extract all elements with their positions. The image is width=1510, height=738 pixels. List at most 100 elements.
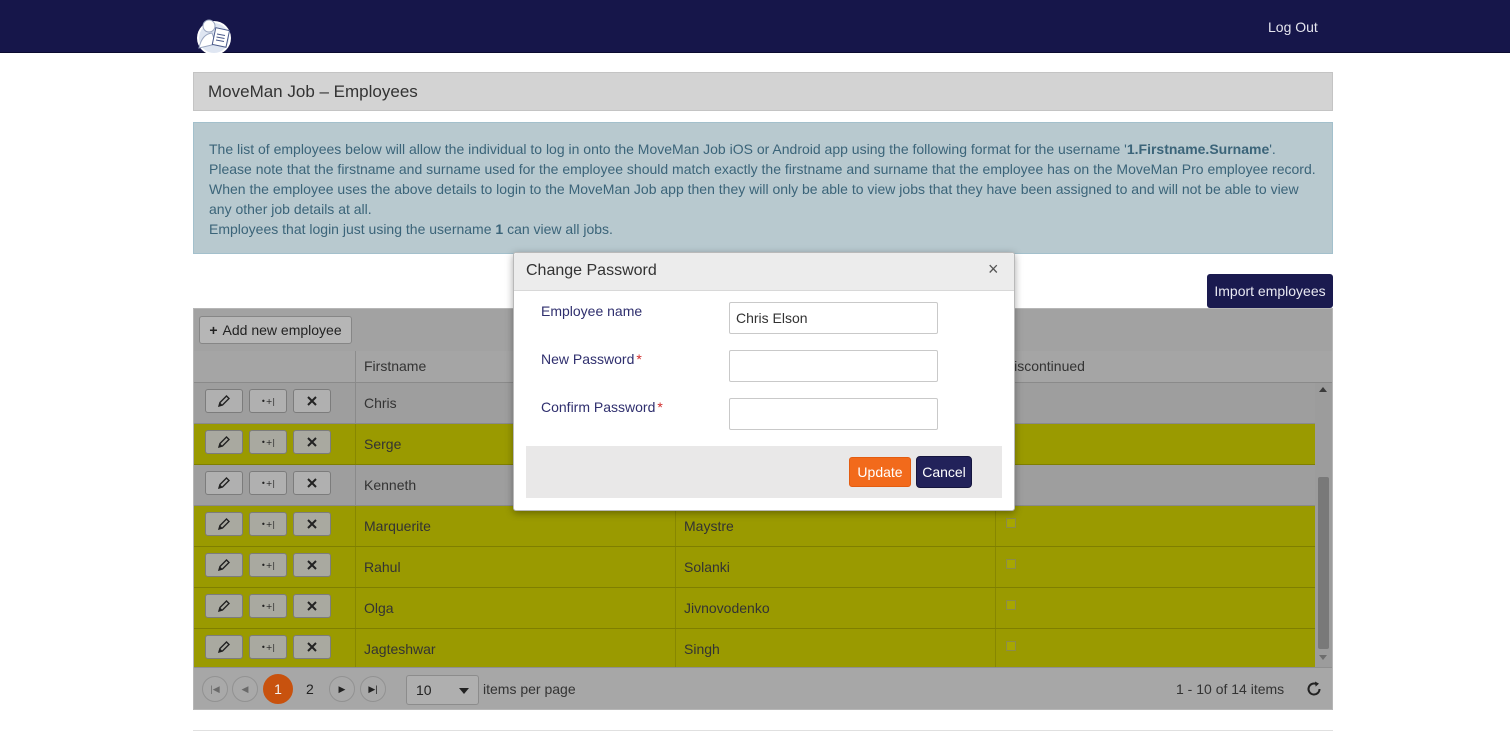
table-row[interactable]: •+| Jagteshwar Singh: [194, 629, 1315, 667]
discontinued-checkbox[interactable]: [1006, 518, 1016, 528]
cell-surname: Singh: [675, 629, 995, 667]
svg-text:•+|: •+|: [261, 520, 275, 529]
svg-text:•+|: •+|: [261, 561, 275, 570]
reset-password-icon[interactable]: •+|: [249, 512, 287, 536]
import-employees-button[interactable]: Import employees: [1207, 274, 1333, 308]
cell-discontinued: [995, 629, 1315, 667]
cell-firstname: Rahul: [355, 547, 675, 587]
cell-discontinued: [995, 424, 1315, 464]
cell-discontinued: [995, 383, 1315, 423]
reset-password-icon[interactable]: •+|: [249, 389, 287, 413]
svg-text:•+|: •+|: [261, 602, 275, 611]
page-size-select[interactable]: 10: [406, 675, 479, 705]
new-password-input[interactable]: [729, 350, 938, 382]
cancel-button[interactable]: Cancel: [916, 456, 972, 488]
info-line-5: Employees that login just using the user…: [209, 221, 613, 237]
scroll-up-arrow-icon[interactable]: [1319, 387, 1327, 392]
change-password-dialog: Change Password × Employee name New Pass…: [513, 252, 1015, 511]
scrollbar-thumb[interactable]: [1318, 477, 1329, 649]
row-actions: •+|: [194, 465, 355, 505]
pencil-icon[interactable]: [205, 594, 243, 618]
update-button[interactable]: Update: [849, 457, 911, 487]
cell-firstname: Jagteshwar: [355, 629, 675, 667]
cell-surname: Solanki: [675, 547, 995, 587]
svg-text:•+|: •+|: [261, 397, 275, 406]
header-discontinued[interactable]: Discontinued: [995, 351, 1315, 382]
delete-icon[interactable]: [293, 635, 331, 659]
refresh-icon[interactable]: [1305, 680, 1323, 698]
grid-pager: |◀ ◀ 1 2 ▶ ▶| 10 items per page 1 - 10 o…: [194, 667, 1332, 709]
reset-password-icon[interactable]: •+|: [249, 430, 287, 454]
pencil-icon[interactable]: [205, 471, 243, 495]
pencil-icon[interactable]: [205, 389, 243, 413]
cell-firstname: Marquerite: [355, 506, 675, 546]
table-row[interactable]: •+| Marquerite Maystre: [194, 506, 1315, 547]
header-actions: [194, 351, 355, 382]
new-password-label: New Password *: [541, 351, 642, 367]
dialog-footer: Update Cancel: [526, 446, 1002, 498]
pencil-icon[interactable]: [205, 553, 243, 577]
confirm-password-label: Confirm Password *: [541, 399, 663, 415]
footer-divider: [193, 730, 1333, 731]
row-actions: •+|: [194, 424, 355, 464]
cell-discontinued: [995, 547, 1315, 587]
cell-discontinued: [995, 465, 1315, 505]
reset-password-icon[interactable]: •+|: [249, 553, 287, 577]
pencil-icon[interactable]: [205, 430, 243, 454]
page-1-button[interactable]: 1: [263, 674, 293, 704]
delete-icon[interactable]: [293, 471, 331, 495]
plus-icon: +: [209, 322, 218, 338]
pager-info: 1 - 10 of 14 items: [1176, 681, 1285, 697]
row-actions: •+|: [194, 506, 355, 546]
info-line-2: Please note that the firstname and surna…: [209, 161, 1316, 177]
confirm-password-input[interactable]: [729, 398, 938, 430]
last-page-icon[interactable]: ▶|: [360, 676, 386, 702]
discontinued-checkbox[interactable]: [1006, 600, 1016, 610]
chevron-down-icon: [459, 688, 469, 694]
top-navbar: Log Out: [0, 0, 1510, 56]
table-row[interactable]: •+| Rahul Solanki: [194, 547, 1315, 588]
row-actions: •+|: [194, 383, 355, 423]
table-row[interactable]: •+| Olga Jivnovodenko: [194, 588, 1315, 629]
delete-icon[interactable]: [293, 594, 331, 618]
scroll-down-arrow-icon[interactable]: [1319, 655, 1327, 660]
discontinued-checkbox[interactable]: [1006, 559, 1016, 569]
row-actions: •+|: [194, 547, 355, 587]
first-page-icon[interactable]: |◀: [202, 676, 228, 702]
delete-icon[interactable]: [293, 430, 331, 454]
delete-icon[interactable]: [293, 512, 331, 536]
pencil-icon[interactable]: [205, 512, 243, 536]
info-line-4: any other job details at all.: [209, 201, 372, 217]
cell-firstname: Olga: [355, 588, 675, 628]
required-mark: *: [657, 399, 663, 415]
delete-icon[interactable]: [293, 553, 331, 577]
reset-password-icon[interactable]: •+|: [249, 471, 287, 495]
svg-text:•+|: •+|: [261, 479, 275, 488]
reset-password-icon[interactable]: •+|: [249, 594, 287, 618]
delete-icon[interactable]: [293, 389, 331, 413]
row-actions: •+|: [194, 588, 355, 628]
dialog-header: Change Password ×: [514, 253, 1014, 291]
page-2-button[interactable]: 2: [306, 681, 314, 697]
info-line-1: The list of employees below will allow t…: [209, 141, 1276, 157]
next-page-icon[interactable]: ▶: [329, 676, 355, 702]
items-per-page-label: items per page: [483, 681, 576, 697]
discontinued-checkbox[interactable]: [1006, 641, 1016, 651]
dialog-title: Change Password: [526, 262, 657, 279]
reset-password-icon[interactable]: •+|: [249, 635, 287, 659]
cell-discontinued: [995, 506, 1315, 546]
page-title: MoveMan Job – Employees: [208, 82, 418, 101]
employee-name-input[interactable]: [729, 302, 938, 334]
svg-text:•+|: •+|: [261, 643, 275, 652]
required-mark: *: [636, 351, 642, 367]
info-panel: The list of employees below will allow t…: [193, 122, 1333, 254]
logout-link[interactable]: Log Out: [1268, 19, 1318, 35]
add-employee-button[interactable]: + Add new employee: [199, 316, 352, 344]
pencil-icon[interactable]: [205, 635, 243, 659]
close-icon[interactable]: ×: [988, 259, 999, 279]
app-logo-icon[interactable]: [194, 14, 234, 56]
prev-page-icon[interactable]: ◀: [232, 676, 258, 702]
cell-surname: Jivnovodenko: [675, 588, 995, 628]
row-actions: •+|: [194, 629, 355, 667]
info-line-3: When the employee uses the above details…: [209, 181, 1299, 197]
